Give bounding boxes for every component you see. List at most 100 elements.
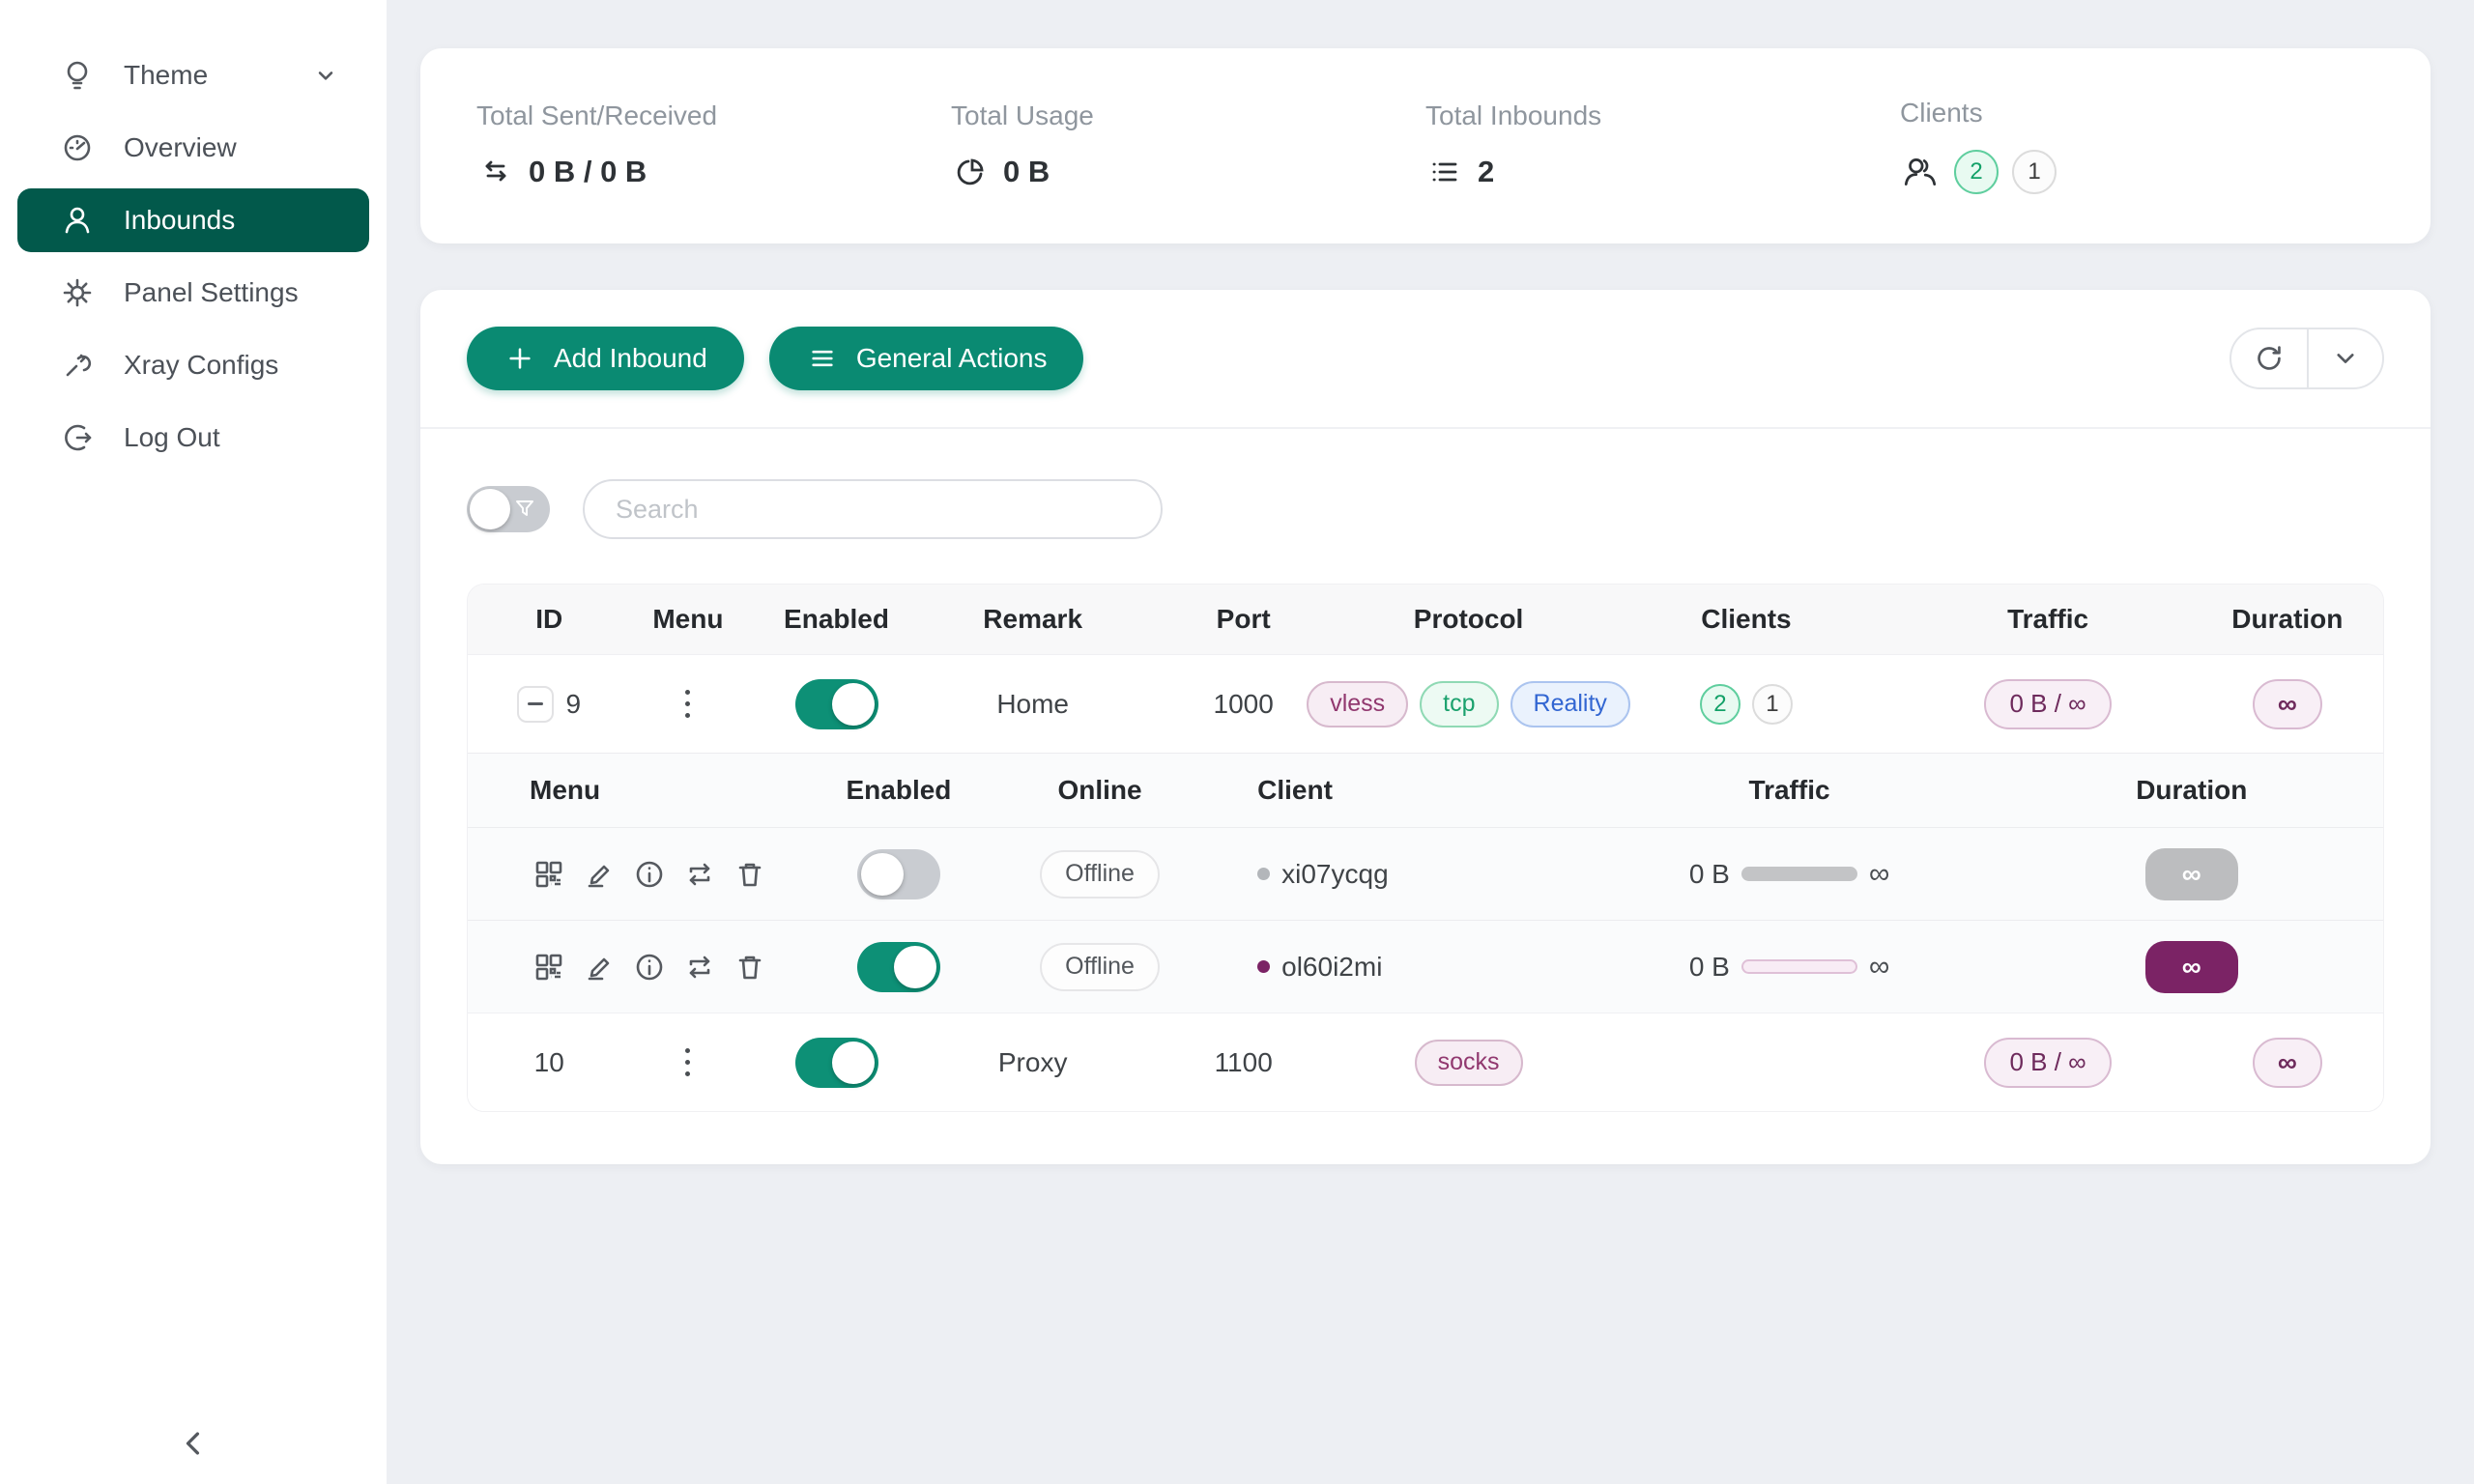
- duration-pill[interactable]: ∞: [2253, 679, 2322, 729]
- client-row-xi07ycqg: Offline xi07ycqg 0 B ∞ ∞: [468, 827, 2383, 920]
- stat-total-usage: Total Usage 0 B: [951, 100, 1425, 191]
- plus-icon: [503, 342, 536, 375]
- filter-toggle[interactable]: [467, 486, 550, 532]
- row-menu-button[interactable]: [679, 684, 696, 724]
- sidebar-item-xray-configs[interactable]: Xray Configs: [17, 333, 369, 397]
- trash-icon[interactable]: [731, 855, 769, 894]
- info-icon[interactable]: [630, 855, 669, 894]
- search-row: [420, 429, 2431, 539]
- col-header-menu: Menu: [468, 775, 793, 806]
- swap-arrows-icon: [476, 153, 515, 191]
- chevron-down-icon: [2328, 341, 2363, 376]
- sidebar-item-inbounds[interactable]: Inbounds: [17, 188, 369, 252]
- col-header-protocol: Protocol: [1349, 604, 1589, 635]
- online-status-badge: Offline: [1040, 943, 1160, 991]
- sidebar-item-panel-settings[interactable]: Panel Settings: [17, 261, 369, 325]
- add-inbound-button[interactable]: Add Inbound: [467, 327, 744, 390]
- clients-icon: [1900, 152, 1941, 192]
- speedometer-icon: [58, 128, 97, 167]
- inbound-id: 9: [565, 689, 581, 720]
- collapse-row-button[interactable]: [517, 686, 554, 723]
- edit-icon[interactable]: [580, 855, 618, 894]
- col-header-port: Port: [1138, 604, 1349, 635]
- logout-icon: [58, 418, 97, 457]
- traffic-pill: 0 B / ∞: [1984, 1038, 2111, 1088]
- col-header-remark: Remark: [928, 604, 1138, 635]
- sidebar-item-log-out[interactable]: Log Out: [17, 406, 369, 470]
- client-name: ol60i2mi: [1281, 952, 1382, 983]
- main-content: Total Sent/Received 0 B / 0 B Total Usag…: [387, 0, 2474, 1484]
- client-duration-pill[interactable]: ∞: [2145, 848, 2238, 900]
- client-traffic-cap: ∞: [1869, 858, 1889, 891]
- client-traffic-cap: ∞: [1869, 951, 1889, 984]
- qr-code-icon[interactable]: [530, 948, 568, 986]
- inbound-id: 10: [534, 1047, 564, 1078]
- repeat-icon[interactable]: [680, 855, 719, 894]
- wrench-icon: [58, 346, 97, 385]
- refresh-split-button: [2229, 328, 2384, 389]
- refresh-button[interactable]: [2231, 329, 2307, 387]
- col-header-menu: Menu: [630, 604, 745, 635]
- search-input[interactable]: [583, 479, 1163, 539]
- hamburger-icon: [806, 342, 839, 375]
- col-header-client: Client: [1195, 775, 1578, 806]
- clients-total-badge: 1: [1752, 684, 1793, 725]
- client-row-ol60i2mi: Offline ol60i2mi 0 B ∞ ∞: [468, 920, 2383, 1013]
- info-icon[interactable]: [630, 948, 669, 986]
- inbounds-card: Add Inbound General Actions: [420, 290, 2431, 1164]
- sidebar-item-overview[interactable]: Overview: [17, 116, 369, 180]
- client-enabled-toggle[interactable]: [857, 942, 940, 992]
- stats-card: Total Sent/Received 0 B / 0 B Total Usag…: [420, 48, 2431, 243]
- sidebar-item-label: Panel Settings: [124, 277, 342, 308]
- pie-chart-icon: [951, 153, 990, 191]
- list-icon: [1425, 153, 1464, 191]
- sidebar-item-label: Inbounds: [124, 205, 342, 236]
- stat-label: Total Usage: [951, 100, 1425, 131]
- client-status-dot: [1257, 868, 1270, 880]
- stat-label: Clients: [1900, 98, 2374, 128]
- qr-code-icon[interactable]: [530, 855, 568, 894]
- client-duration-pill[interactable]: ∞: [2145, 941, 2238, 993]
- col-header-duration: Duration: [2000, 775, 2383, 806]
- refresh-options-button[interactable]: [2307, 329, 2382, 387]
- inbound-remark: Proxy: [928, 1047, 1138, 1078]
- sidebar-item-label: Theme: [124, 60, 282, 91]
- stat-value: 2: [1478, 155, 1494, 189]
- client-status-dot: [1257, 960, 1270, 973]
- funnel-icon: [513, 498, 536, 521]
- stat-label: Total Sent/Received: [476, 100, 951, 131]
- client-enabled-toggle[interactable]: [857, 849, 940, 899]
- edit-icon[interactable]: [580, 948, 618, 986]
- col-header-duration: Duration: [2192, 604, 2383, 635]
- col-header-traffic: Traffic: [1579, 775, 2000, 806]
- client-table-header-row: Menu Enabled Online Client Traffic Durat…: [468, 754, 2383, 827]
- duration-pill[interactable]: ∞: [2253, 1038, 2322, 1088]
- protocol-tag-socks: socks: [1415, 1040, 1523, 1086]
- general-actions-button[interactable]: General Actions: [769, 327, 1084, 390]
- stat-value: 0 B: [1003, 155, 1050, 189]
- clients-online-badge: 2: [1700, 684, 1740, 725]
- trash-icon[interactable]: [731, 948, 769, 986]
- col-header-online: Online: [1004, 775, 1195, 806]
- repeat-icon[interactable]: [680, 948, 719, 986]
- refresh-icon: [2251, 340, 2287, 377]
- sidebar-item-label: Log Out: [124, 422, 342, 453]
- row-menu-button[interactable]: [679, 1042, 696, 1082]
- sidebar-collapse-button[interactable]: [0, 1422, 387, 1465]
- sidebar-item-theme[interactable]: Theme: [17, 43, 369, 107]
- inbounds-table: ID Menu Enabled Remark Port Protocol Cli…: [467, 584, 2384, 1112]
- clients-online-badge: 2: [1954, 150, 1999, 194]
- col-header-traffic: Traffic: [1904, 604, 2191, 635]
- inbound-remark: Home: [928, 689, 1138, 720]
- online-status-badge: Offline: [1040, 850, 1160, 899]
- stat-total-inbounds: Total Inbounds 2: [1425, 100, 1900, 191]
- inbound-enabled-toggle[interactable]: [795, 1038, 878, 1088]
- inbound-enabled-toggle[interactable]: [795, 679, 878, 729]
- traffic-progress-bar: [1741, 959, 1857, 974]
- col-header-id: ID: [468, 604, 630, 635]
- person-icon: [58, 201, 97, 240]
- bulb-icon: [58, 56, 97, 95]
- client-traffic-used: 0 B: [1689, 952, 1730, 983]
- client-sub-table: Menu Enabled Online Client Traffic Durat…: [468, 753, 2383, 1013]
- client-name: xi07ycqg: [1281, 859, 1389, 890]
